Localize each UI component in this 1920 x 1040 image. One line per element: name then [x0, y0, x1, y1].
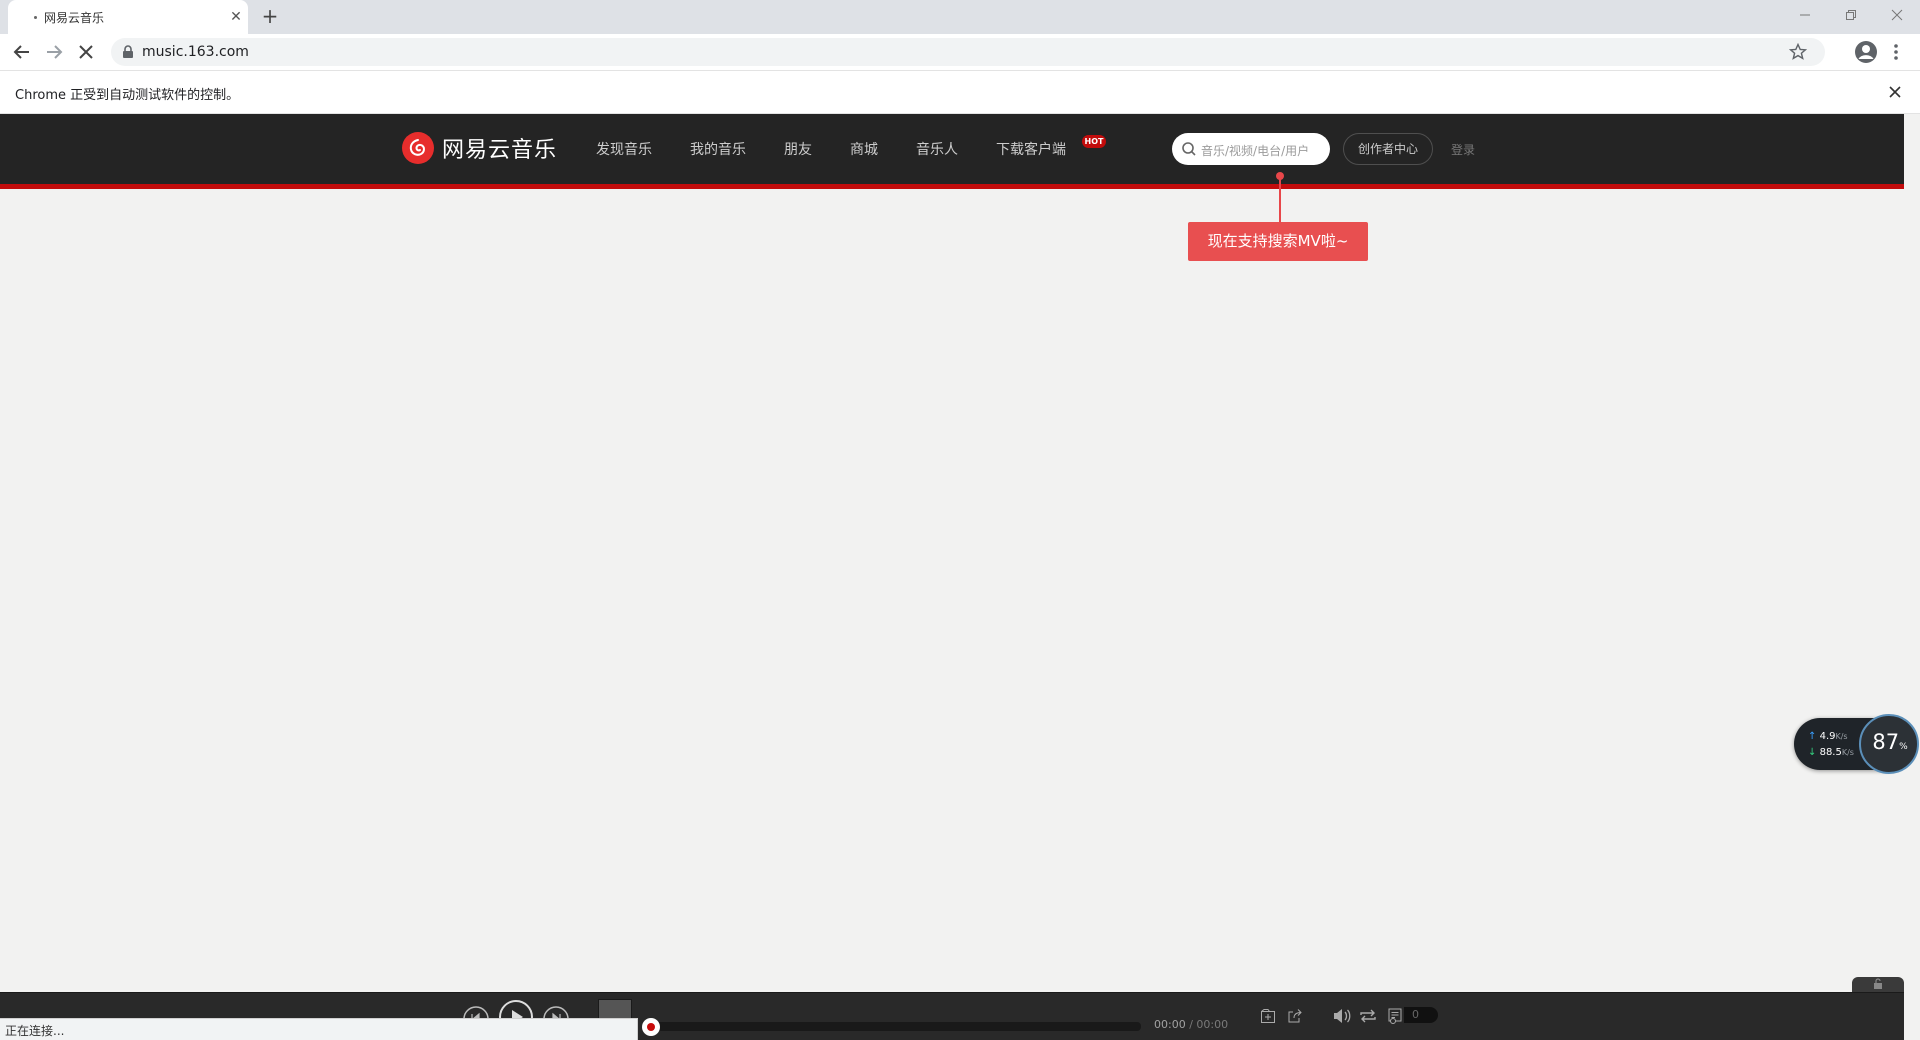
add-to-playlist-icon[interactable] [1259, 1007, 1277, 1025]
login-link[interactable]: 登录 [1451, 141, 1475, 158]
share-icon[interactable] [1286, 1007, 1304, 1025]
back-arrow-icon[interactable] [10, 40, 34, 64]
creator-center-button[interactable]: 创作者中心 [1343, 133, 1433, 165]
gauge-percent-sign: % [1899, 742, 1908, 752]
nav-discover-music[interactable]: 发现音乐 [596, 139, 652, 159]
nav-friends[interactable]: 朋友 [784, 139, 812, 159]
forward-arrow-icon[interactable] [42, 40, 66, 64]
infobar-message: Chrome 正受到自动测试软件的控制。 [15, 88, 240, 103]
logo-text: 网易云音乐 [442, 138, 558, 163]
time-display: 00:00 / 00:00 [1154, 1018, 1228, 1031]
window-close-icon[interactable] [1874, 0, 1920, 30]
nav-musician[interactable]: 音乐人 [916, 139, 958, 159]
new-tab-icon[interactable]: + [258, 5, 282, 29]
progress-track[interactable] [648, 1022, 1141, 1031]
stop-loading-icon[interactable] [74, 40, 98, 64]
search-icon [1182, 142, 1196, 156]
netease-logo-icon [402, 132, 434, 164]
url-text: music.163.com [142, 44, 249, 60]
search-mv-tooltip: 现在支持搜索MV啦~ [1188, 222, 1368, 261]
gauge-value: 87% [1861, 730, 1919, 754]
nav-download-client[interactable]: 下载客户端 [996, 139, 1066, 159]
status-text: 正在连接... [5, 1024, 65, 1038]
restore-icon[interactable] [1828, 0, 1874, 30]
total-time: / 00:00 [1189, 1018, 1229, 1031]
memory-usage-gauge[interactable]: 87% [1859, 714, 1919, 774]
volume-icon[interactable] [1332, 1006, 1352, 1026]
gauge-percent: 87 [1872, 730, 1900, 754]
lock-icon [123, 45, 133, 58]
playlist-count[interactable]: 0 [1404, 1007, 1438, 1023]
header-accent-line [0, 184, 1904, 189]
site-search-input[interactable]: 音乐/视频/电台/用户 [1172, 133, 1330, 165]
bookmark-star-icon[interactable] [1789, 43, 1807, 61]
playlist-icon[interactable] [1386, 1006, 1406, 1026]
download-speed: ↓ 88.5K/s [1808, 747, 1854, 758]
browser-toolbar: music.163.com [0, 34, 1920, 70]
nav-my-music[interactable]: 我的音乐 [690, 139, 746, 159]
download-arrow-icon: ↓ [1808, 747, 1817, 758]
progress-knob[interactable] [642, 1018, 660, 1036]
tab-title: 网易云音乐 [44, 11, 105, 25]
profile-avatar-icon[interactable] [1853, 39, 1879, 65]
loop-mode-icon[interactable] [1358, 1006, 1378, 1026]
player-lock-tab[interactable] [1852, 977, 1904, 993]
tooltip-pointer-line [1279, 176, 1281, 222]
current-time: 00:00 [1154, 1018, 1186, 1031]
search-placeholder: 音乐/视频/电台/用户 [1201, 144, 1310, 158]
download-speed-unit: K/s [1841, 748, 1854, 757]
hot-badge: HOT [1082, 135, 1106, 148]
site-header: 网易云音乐 发现音乐 我的音乐 朋友 商城 音乐人 下载客户端 HOT 音乐/视… [0, 114, 1904, 184]
minimize-icon[interactable] [1782, 0, 1828, 30]
upload-speed: ↑ 4.9K/s [1808, 731, 1848, 742]
upload-speed-unit: K/s [1835, 732, 1848, 741]
tab-strip: 网易云音乐 ✕ + [0, 0, 1920, 34]
upload-speed-value: 4.9 [1819, 731, 1836, 742]
nav-store[interactable]: 商城 [850, 139, 878, 159]
infobar-close-icon[interactable] [1886, 83, 1904, 101]
browser-tab[interactable]: 网易云音乐 ✕ [8, 0, 248, 34]
tab-close-icon[interactable]: ✕ [226, 7, 246, 27]
loading-dot-icon [34, 16, 37, 19]
more-options-icon[interactable] [1888, 42, 1904, 62]
upload-arrow-icon: ↑ [1808, 731, 1817, 742]
download-speed-value: 88.5 [1819, 747, 1842, 758]
automation-infobar: Chrome 正受到自动测试软件的控制。 [0, 70, 1920, 114]
browser-status-bubble: 正在连接... [0, 1018, 638, 1040]
site-logo[interactable]: 网易云音乐 [402, 132, 557, 164]
address-bar[interactable]: music.163.com [111, 38, 1825, 66]
